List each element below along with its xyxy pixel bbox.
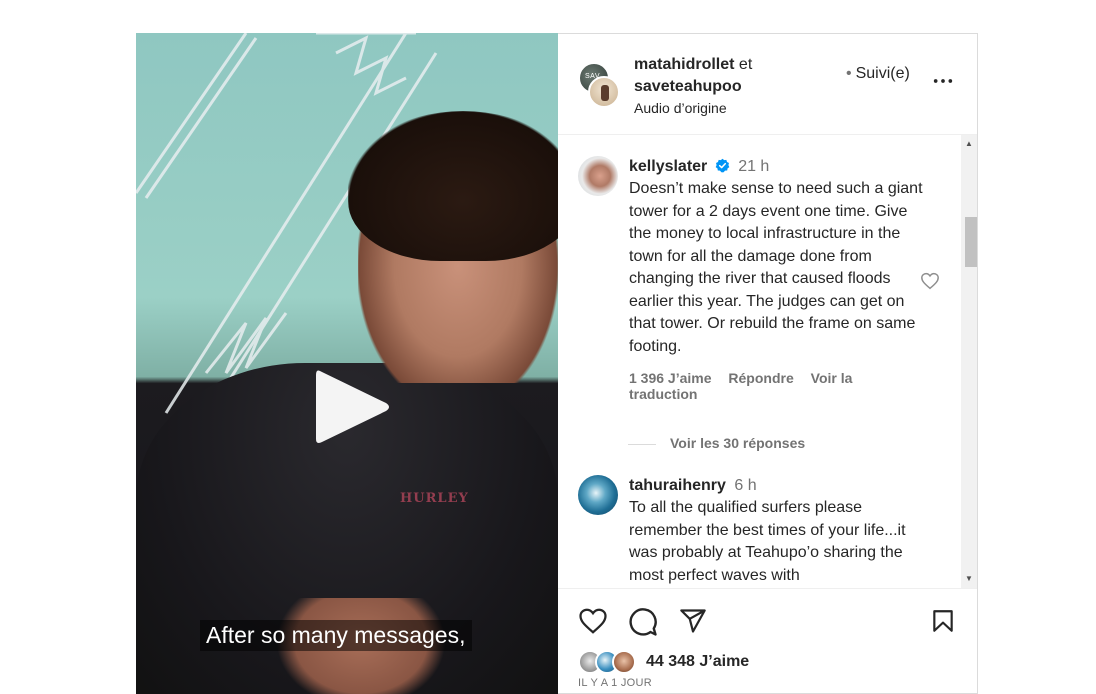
more-icon[interactable] [932, 70, 954, 92]
scroll-down-arrow-icon[interactable]: ▼ [964, 574, 974, 584]
audio-link[interactable]: Audio d’origine [634, 98, 864, 118]
comment-body: kellyslater 21 h Doesn’t make sense to n… [629, 156, 929, 402]
comment-body: tahuraihenry 6 h To all the qualified su… [629, 475, 929, 587]
comment-username[interactable]: kellyslater [629, 158, 707, 175]
scrollbar-thumb[interactable] [965, 217, 977, 267]
avatar [612, 650, 636, 674]
post-footer: 44 348 J’aime IL Y A 1 JOUR [558, 588, 977, 694]
avatar[interactable] [578, 156, 618, 196]
comments-scrollbar[interactable]: ▲ ▼ [961, 135, 977, 588]
share-icon[interactable] [678, 607, 708, 635]
instagram-reel-page: HURLEY After so many messages, SAV matah… [0, 0, 1096, 694]
follow-status-button[interactable]: • Suivi(e) [846, 65, 910, 83]
collab-avatars[interactable]: SAV [578, 62, 622, 108]
comment-heart-icon[interactable] [920, 272, 940, 290]
comment-item: kellyslater 21 h Doesn’t make sense to n… [578, 156, 948, 436]
bookmark-icon[interactable] [930, 607, 956, 635]
post-header: SAV matahidrollet et saveteahupoo Audio … [558, 34, 977, 135]
reel-video[interactable]: HURLEY After so many messages, [136, 33, 558, 694]
comment-timestamp[interactable]: 21 h [738, 158, 769, 175]
comment-text: Doesn’t make sense to need such a giant … [629, 180, 923, 355]
follow-label: Suivi(e) [855, 65, 910, 82]
author-username-2[interactable]: saveteahupoo [634, 76, 864, 98]
comment-likes-count[interactable]: 1 396 J’aime [629, 370, 712, 386]
comment-actions: 1 396 J’aime Répondre Voir la traduction [629, 370, 929, 402]
comment-icon[interactable] [628, 607, 658, 637]
comment-username[interactable]: tahuraihenry [629, 477, 726, 494]
comments-list[interactable]: kellyslater 21 h Doesn’t make sense to n… [558, 135, 977, 588]
post-side-panel: SAV matahidrollet et saveteahupoo Audio … [558, 33, 978, 694]
comment-text: To all the qualified surfers please reme… [629, 499, 906, 584]
avatar[interactable] [588, 76, 620, 108]
verified-badge-icon [715, 158, 730, 173]
comment-item: tahuraihenry 6 h To all the qualified su… [578, 475, 948, 588]
likes-count[interactable]: 44 348 J’aime [646, 653, 749, 671]
separator-dot: • [846, 65, 852, 82]
likes-summary[interactable]: 44 348 J’aime [578, 650, 878, 676]
shirt-logo: HURLEY [400, 491, 469, 506]
scroll-up-arrow-icon[interactable]: ▲ [964, 139, 974, 149]
authors-conjunction: et [738, 56, 753, 73]
heart-icon[interactable] [578, 607, 608, 635]
reply-button[interactable]: Répondre [728, 370, 793, 386]
post-authors: matahidrollet et saveteahupoo Audio d’or… [634, 54, 864, 118]
view-replies-link[interactable]: Voir les 30 réponses [628, 435, 805, 451]
play-icon[interactable] [312, 365, 392, 449]
person-hair [348, 111, 558, 261]
avatar[interactable] [578, 475, 618, 515]
post-timestamp[interactable]: IL Y A 1 JOUR [578, 677, 652, 689]
video-subtitle: After so many messages, [200, 620, 472, 651]
author-username-1[interactable]: matahidrollet [634, 56, 734, 73]
comment-timestamp[interactable]: 6 h [734, 477, 756, 494]
